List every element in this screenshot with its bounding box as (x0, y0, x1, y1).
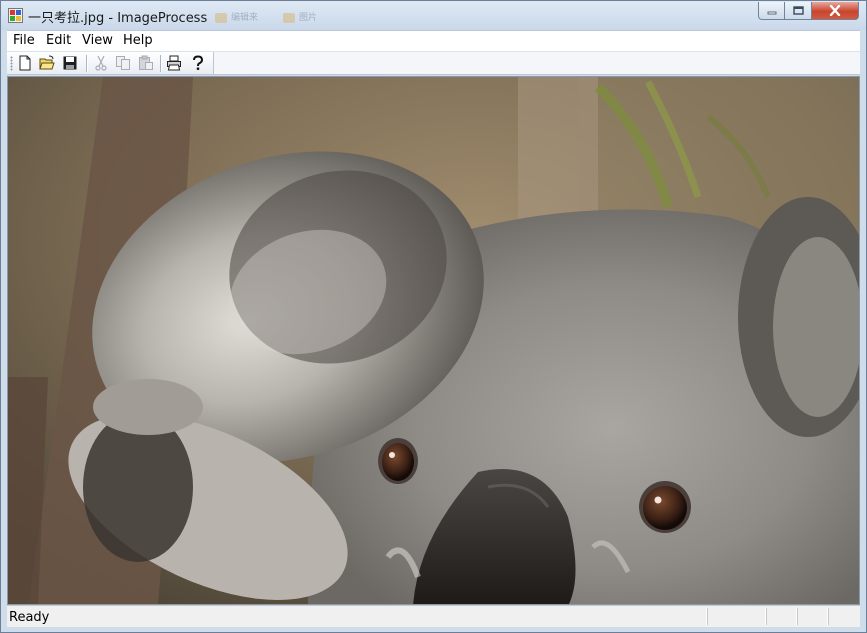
menu-file[interactable]: File (13, 33, 35, 48)
menu-bar: File Edit View Help (7, 30, 860, 51)
paste-icon (139, 55, 153, 70)
status-pane (797, 608, 828, 625)
close-button[interactable] (812, 2, 859, 20)
window-title: 一只考拉.jpg - ImageProcess (28, 11, 208, 26)
toolbar-separator (160, 55, 161, 72)
app-window: 一只考拉.jpg - ImageProcess 编辑来 图片 File Edit… (0, 0, 867, 633)
open-icon[interactable] (39, 55, 55, 71)
maximize-icon (792, 6, 804, 15)
status-pane (707, 608, 766, 625)
copy-icon (116, 56, 130, 70)
ghost-tab-2: 图片 (283, 10, 317, 23)
cut-icon (95, 55, 107, 71)
koala-image (8, 77, 859, 604)
toolbar-separator (86, 55, 87, 72)
toolbar-grip[interactable] (10, 56, 13, 71)
ghost-tab-1: 编辑来 (215, 10, 258, 23)
save-icon[interactable] (62, 55, 78, 71)
menu-edit[interactable]: Edit (46, 33, 71, 48)
title-bar[interactable]: 一只考拉.jpg - ImageProcess 编辑来 图片 (1, 1, 866, 30)
status-pane (766, 608, 797, 625)
minimize-icon (767, 11, 776, 14)
image-canvas[interactable] (7, 76, 860, 605)
status-bar: Ready (7, 605, 860, 627)
new-icon[interactable] (17, 55, 33, 71)
status-pane (828, 608, 857, 625)
toolbar (7, 51, 860, 75)
help-icon[interactable] (190, 55, 206, 71)
maximize-button[interactable] (785, 2, 812, 20)
print-icon[interactable] (166, 55, 182, 71)
folder-icon (283, 12, 295, 23)
status-text: Ready (9, 610, 50, 625)
menu-help[interactable]: Help (123, 33, 153, 48)
menu-view[interactable]: View (82, 33, 113, 48)
close-icon (829, 5, 841, 16)
folder-icon (215, 12, 227, 23)
toolbar-strip (7, 52, 214, 74)
minimize-button[interactable] (758, 2, 785, 20)
app-icon[interactable] (8, 8, 23, 23)
